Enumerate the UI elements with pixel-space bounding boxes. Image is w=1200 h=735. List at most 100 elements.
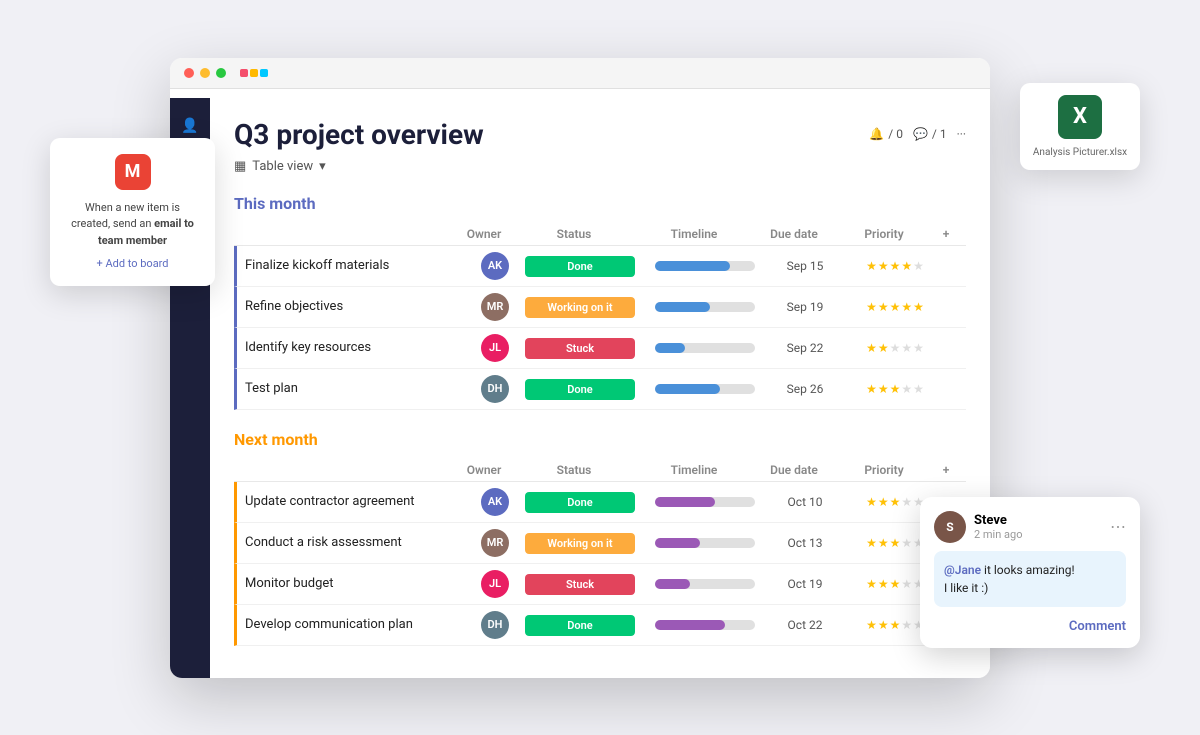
table-icon: ▦: [234, 159, 246, 174]
likes-button[interactable]: 🔔 / 0: [869, 127, 903, 141]
this-month-title: This month: [234, 194, 966, 213]
commenter-avatar: S: [934, 511, 966, 543]
chevron-down-icon: ▾: [319, 159, 326, 174]
excel-integration-card: X Analysis Picturer.xlsx: [1020, 83, 1140, 170]
col-status: Status: [514, 463, 634, 477]
commenter-info: Steve 2 min ago: [974, 513, 1022, 541]
like-count: / 0: [888, 127, 903, 141]
due-date: Oct 10: [765, 495, 845, 509]
task-name: Test plan: [245, 381, 465, 396]
timeline-bar: [655, 538, 755, 548]
comment-options-icon[interactable]: ⋯: [1110, 517, 1126, 536]
sidebar-person-icon[interactable]: 👤: [178, 114, 202, 138]
maximize-button-icon[interactable]: [216, 68, 226, 78]
page-title: Q3 project overview: [234, 118, 484, 151]
header-actions: 🔔 / 0 💬 / 1 ···: [869, 127, 966, 141]
col-due: Due date: [754, 463, 834, 477]
timeline-bar: [655, 261, 755, 271]
gmail-add-to-board-link[interactable]: + Add to board: [66, 257, 199, 270]
excel-filename: Analysis Picturer.xlsx: [1032, 147, 1128, 158]
window-titlebar: [170, 58, 990, 89]
avatar: DH: [481, 611, 509, 639]
priority-stars: ★★★★★: [845, 382, 945, 396]
comment-footer: Comment: [934, 615, 1126, 634]
status-badge: Done: [525, 379, 635, 400]
comment-timestamp: 2 min ago: [974, 528, 1022, 541]
comment-count: / 1: [932, 127, 947, 141]
due-date: Sep 26: [765, 382, 845, 396]
due-date: Oct 22: [765, 618, 845, 632]
table-row: Test plan DH Done Sep 26 ★★★★★: [234, 369, 966, 410]
due-date: Sep 19: [765, 300, 845, 314]
status-badge: Done: [525, 256, 635, 277]
due-date: Oct 19: [765, 577, 845, 591]
gmail-integration-card: M When a new item is created, send an em…: [50, 138, 215, 287]
col-priority: Priority: [834, 463, 934, 477]
comment-card: S Steve 2 min ago ⋯ @Jane it looks amazi…: [920, 497, 1140, 648]
next-month-section: Next month Owner Status Timeline Due dat…: [234, 430, 966, 646]
minimize-button-icon[interactable]: [200, 68, 210, 78]
next-month-title: Next month: [234, 430, 966, 449]
excel-logo-icon: X: [1058, 95, 1102, 139]
this-month-table-header: Owner Status Timeline Due date Priority …: [234, 223, 966, 246]
table-row: Refine objectives MR Working on it Sep 1…: [234, 287, 966, 328]
this-month-section: This month Owner Status Timeline Due dat…: [234, 194, 966, 410]
priority-stars: ★★★★★: [845, 300, 945, 314]
timeline-bar: [655, 620, 755, 630]
page-header: Q3 project overview 🔔 / 0 💬 / 1 ···: [234, 118, 966, 151]
table-row: Finalize kickoff materials AK Done Sep 1…: [234, 246, 966, 287]
table-row: Develop communication plan DH Done Oct 2…: [234, 605, 966, 646]
priority-stars: ★★★★★: [845, 259, 945, 273]
avatar: JL: [481, 570, 509, 598]
avatar: MR: [481, 529, 509, 557]
main-window: 👤 🔍 ? Q3 project overview 🔔 / 0 💬 / 1: [170, 58, 990, 678]
col-timeline: Timeline: [634, 463, 754, 477]
avatar: AK: [481, 488, 509, 516]
col-owner: Owner: [454, 463, 514, 477]
more-options-button[interactable]: ···: [957, 127, 966, 141]
avatar: AK: [481, 252, 509, 280]
priority-stars: ★★★★★: [845, 341, 945, 355]
status-badge: Done: [525, 615, 635, 636]
avatar: DH: [481, 375, 509, 403]
timeline-bar: [655, 497, 755, 507]
avatar: MR: [481, 293, 509, 321]
main-content: Q3 project overview 🔔 / 0 💬 / 1 ··· ▦ Ta: [210, 98, 990, 678]
col-add[interactable]: +: [934, 463, 958, 477]
col-timeline: Timeline: [634, 227, 754, 241]
due-date: Oct 13: [765, 536, 845, 550]
comment-mention: @Jane: [944, 563, 981, 577]
view-selector[interactable]: ▦ Table view ▾: [234, 159, 966, 174]
comment-icon: 💬: [913, 127, 928, 141]
col-owner: Owner: [454, 227, 514, 241]
task-name: Conduct a risk assessment: [245, 535, 465, 550]
status-badge: Working on it: [525, 297, 635, 318]
table-row: Conduct a risk assessment MR Working on …: [234, 523, 966, 564]
timeline-bar: [655, 302, 755, 312]
task-name: Develop communication plan: [245, 617, 465, 632]
table-row: Identify key resources JL Stuck Sep 22 ★…: [234, 328, 966, 369]
view-label: Table view: [252, 159, 313, 174]
table-row: Update contractor agreement AK Done Oct …: [234, 482, 966, 523]
app-logo: [240, 69, 268, 77]
close-button-icon[interactable]: [184, 68, 194, 78]
task-name: Monitor budget: [245, 576, 465, 591]
timeline-bar: [655, 384, 755, 394]
comment-button[interactable]: Comment: [1069, 619, 1126, 634]
status-badge: Done: [525, 492, 635, 513]
comment-body: @Jane it looks amazing!I like it :): [934, 551, 1126, 607]
task-name: Refine objectives: [245, 299, 465, 314]
col-add[interactable]: +: [934, 227, 958, 241]
col-status: Status: [514, 227, 634, 241]
due-date: Sep 15: [765, 259, 845, 273]
table-row: Monitor budget JL Stuck Oct 19 ★★★★★: [234, 564, 966, 605]
comments-button[interactable]: 💬 / 1: [913, 127, 947, 141]
avatar: JL: [481, 334, 509, 362]
due-date: Sep 22: [765, 341, 845, 355]
timeline-bar: [655, 343, 755, 353]
next-month-table-header: Owner Status Timeline Due date Priority …: [234, 459, 966, 482]
task-name: Update contractor agreement: [245, 494, 465, 509]
status-badge: Stuck: [525, 574, 635, 595]
status-badge: Working on it: [525, 533, 635, 554]
gmail-card-text: When a new item is created, send an emai…: [66, 200, 199, 250]
